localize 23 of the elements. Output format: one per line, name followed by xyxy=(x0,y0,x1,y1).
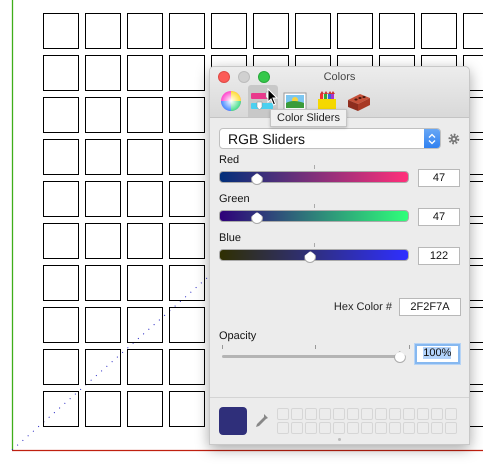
color-slider[interactable] xyxy=(219,243,409,263)
channel-label: Red xyxy=(219,154,240,168)
hex-label: Hex Color # xyxy=(334,301,392,313)
channel-label: Green xyxy=(219,193,251,207)
current-color-swatch[interactable] xyxy=(219,407,247,435)
close-button[interactable] xyxy=(218,71,230,83)
settings-icon[interactable] xyxy=(448,132,460,144)
hex-field[interactable]: 2F2F7A xyxy=(399,298,461,316)
zoom-button[interactable] xyxy=(258,71,270,83)
value-field[interactable]: 47 xyxy=(418,169,460,187)
eyedropper-icon[interactable] xyxy=(255,413,269,429)
opacity-label: Opacity xyxy=(219,330,258,344)
color-slider[interactable] xyxy=(219,204,409,224)
opacity-field[interactable]: 100% xyxy=(414,344,460,364)
cursor-icon xyxy=(267,88,279,106)
tooltip: Color Sliders xyxy=(270,109,347,127)
up-down-arrows-icon xyxy=(428,132,436,144)
color-slider[interactable] xyxy=(219,165,409,185)
channel-label: Blue xyxy=(219,232,242,246)
mode-dropdown[interactable]: RGB Sliders xyxy=(219,128,442,149)
value-field[interactable]: 47 xyxy=(418,208,460,226)
window-title: Colors xyxy=(324,70,356,83)
value-field[interactable]: 122 xyxy=(418,247,460,265)
